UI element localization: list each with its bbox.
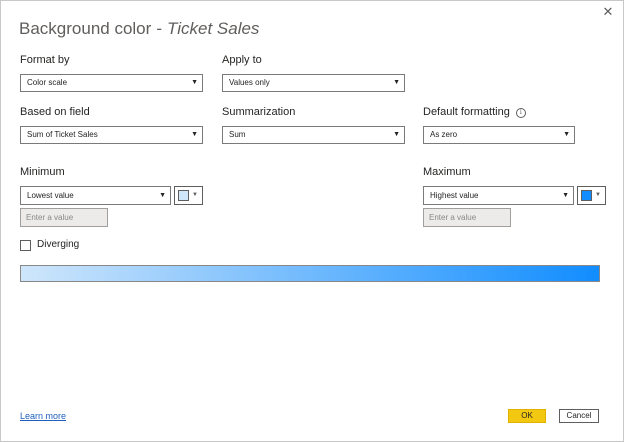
minimum-color-swatch: [178, 190, 189, 201]
close-icon[interactable]: ✕: [601, 5, 615, 19]
maximum-color-picker[interactable]: ▼: [577, 186, 606, 205]
maximum-value-input[interactable]: Enter a value: [423, 208, 511, 227]
maximum-value: Highest value: [430, 191, 479, 200]
dialog-title-separator: -: [156, 19, 162, 38]
format-by-dropdown[interactable]: Color scale ▼: [20, 74, 203, 92]
color-scale-preview: [20, 265, 600, 282]
format-by-label: Format by: [20, 54, 70, 66]
based-on-field-value: Sum of Ticket Sales: [27, 130, 98, 139]
dialog-title-prefix: Background color: [19, 19, 152, 38]
summarization-value: Sum: [229, 130, 246, 139]
minimum-value: Lowest value: [27, 191, 74, 200]
learn-more-link[interactable]: Learn more: [20, 411, 66, 421]
minimum-color-picker[interactable]: ▼: [174, 186, 203, 205]
chevron-down-icon: ▼: [562, 192, 569, 199]
apply-to-value: Values only: [229, 78, 270, 87]
apply-to-dropdown[interactable]: Values only ▼: [222, 74, 405, 92]
chevron-down-icon: ▼: [393, 79, 400, 86]
maximum-label: Maximum: [423, 166, 471, 178]
info-icon[interactable]: i: [515, 108, 526, 118]
chevron-down-icon: ▼: [159, 192, 166, 199]
default-formatting-dropdown[interactable]: As zero ▼: [423, 126, 575, 144]
default-formatting-value: As zero: [430, 130, 458, 139]
chevron-down-icon: ▼: [393, 131, 400, 138]
summarization-dropdown[interactable]: Sum ▼: [222, 126, 405, 144]
chevron-down-icon: ▼: [192, 192, 198, 198]
minimum-label: Minimum: [20, 166, 65, 178]
apply-to-label: Apply to: [222, 54, 262, 66]
maximum-dropdown[interactable]: Highest value ▼: [423, 186, 574, 205]
dialog-title: Background color - Ticket Sales: [19, 19, 259, 39]
maximum-color-swatch: [581, 190, 592, 201]
chevron-down-icon: ▼: [191, 79, 198, 86]
summarization-label: Summarization: [222, 106, 296, 118]
cancel-button[interactable]: Cancel: [559, 409, 599, 423]
dialog-title-field: Ticket Sales: [166, 19, 260, 38]
minimum-value-input[interactable]: Enter a value: [20, 208, 108, 227]
default-formatting-label: Default formatting: [423, 106, 510, 118]
based-on-field-label: Based on field: [20, 106, 90, 118]
chevron-down-icon: ▼: [595, 192, 601, 198]
chevron-down-icon: ▼: [563, 131, 570, 138]
ok-button[interactable]: OK: [508, 409, 546, 423]
chevron-down-icon: ▼: [191, 131, 198, 138]
minimum-dropdown[interactable]: Lowest value ▼: [20, 186, 171, 205]
diverging-checkbox[interactable]: [20, 240, 31, 251]
based-on-field-dropdown[interactable]: Sum of Ticket Sales ▼: [20, 126, 203, 144]
default-formatting-label-group: Default formatting i: [423, 106, 526, 118]
format-by-value: Color scale: [27, 78, 68, 87]
background-color-dialog: Background color - Ticket Sales ✕ Format b…: [0, 0, 624, 442]
diverging-label: Diverging: [37, 239, 80, 250]
